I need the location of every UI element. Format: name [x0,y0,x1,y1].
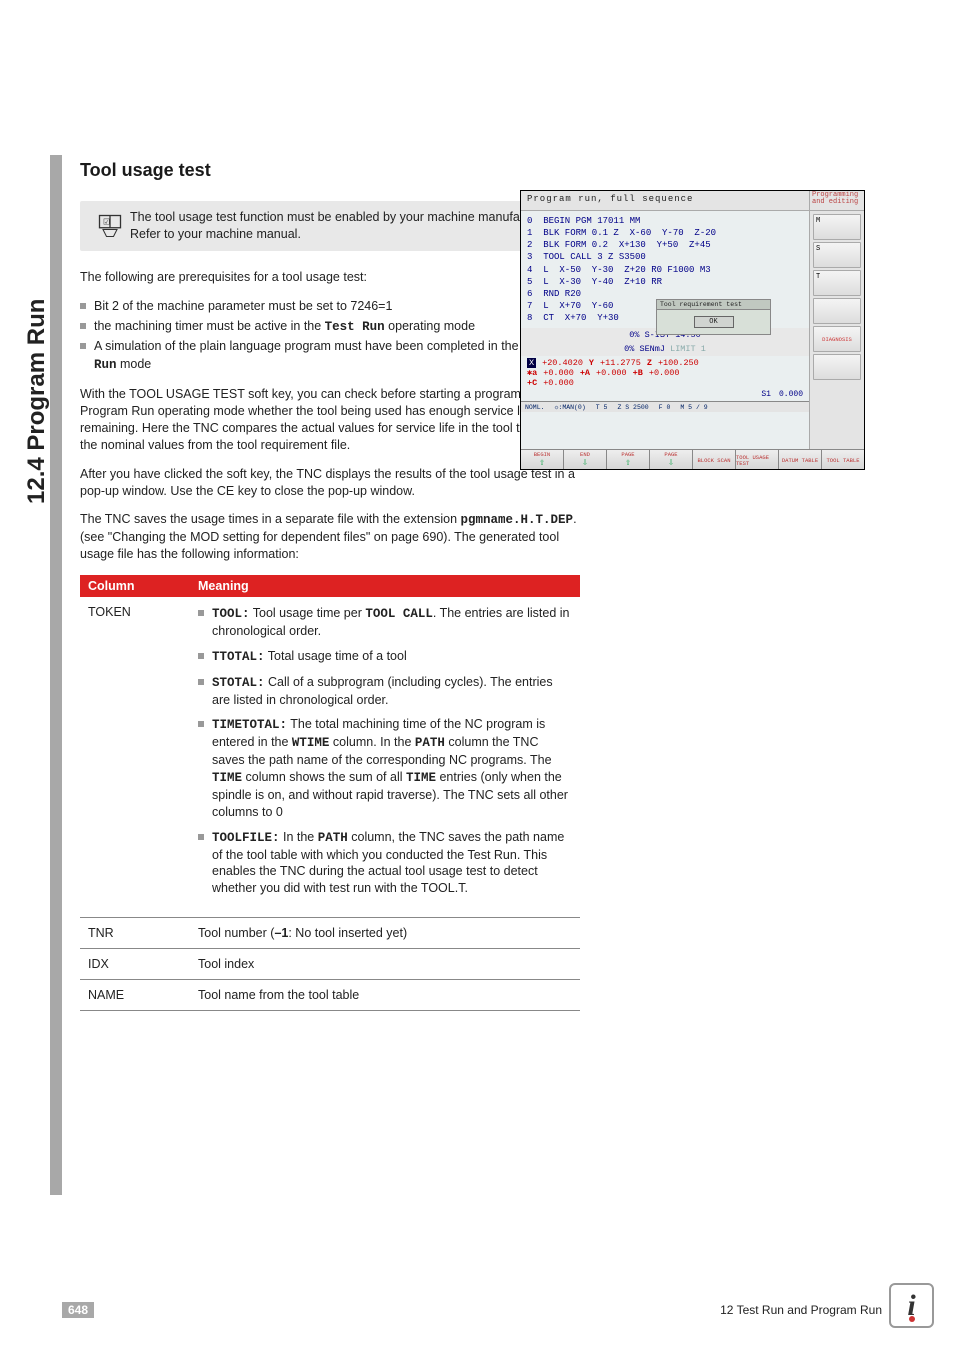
cell-tnr-meaning: Tool number (–1: No tool inserted yet) [190,918,580,949]
right-btn-blank[interactable] [813,298,861,324]
right-button-bar: M S T DIAGNOSIS [809,211,864,449]
section-heading: Tool usage test [80,160,580,181]
spindle-row: S10.000 [521,390,809,401]
paragraph: With the TOOL USAGE TEST soft key, you c… [80,386,580,454]
status-line-2: 0% SENmJ LIMIT 1 [521,342,809,356]
shot-title: Program run, full sequence [521,191,809,210]
softkey-tool-table[interactable]: TOOL TABLE [822,450,864,470]
softkey-block-scan[interactable]: BLOCK SCAN [693,450,736,470]
side-accent-bar [50,155,62,1195]
list-item: A simulation of the plain language progr… [80,338,580,374]
right-btn-m[interactable]: M [813,214,861,240]
cell-idx-meaning: Tool index [190,949,580,980]
shot-side-head: Programming and editing [809,191,864,210]
dialog-tool-test: Tool requirement test OK [656,299,771,335]
coordinate-panel: X+20.4020 Y+11.2775 Z+100.250 ✱a+0.000+A… [521,356,809,390]
note-text: The tool usage test function must be ena… [130,209,570,243]
side-title: 12.4 Program Run [23,264,51,504]
softkey-end[interactable]: END⇩ [564,450,607,470]
col-header-meaning: Meaning [190,575,580,597]
softkey-page-down[interactable]: PAGE⇩ [650,450,693,470]
info-table: Column Meaning TOKEN TOOL: Tool usage ti… [80,575,580,1011]
cell-tnr-name: TNR [80,918,190,949]
info-icon: i [889,1283,934,1328]
right-btn-t[interactable]: T [813,270,861,296]
list-item: the machining timer must be active in th… [80,318,580,336]
paragraph: After you have clicked the soft key, the… [80,466,580,500]
softkey-tool-usage-test[interactable]: TOOL USAGE TEST [736,450,779,470]
intro-text: The following are prerequisites for a to… [80,269,580,286]
cnc-screenshot: Program run, full sequence Programming a… [520,190,865,470]
table-row: TOKEN TOOL: Tool usage time per TOOL CAL… [80,597,580,918]
right-btn-blank2[interactable] [813,354,861,380]
table-row: TNR Tool number (–1: No tool inserted ye… [80,918,580,949]
dialog-title: Tool requirement test [657,300,770,310]
softkey-bar: BEGIN⇧ END⇩ PAGE⇧ PAGE⇩ BLOCK SCAN TOOL … [521,449,864,470]
cell-name-name: NAME [80,980,190,1011]
list-item: Bit 2 of the machine parameter must be s… [80,298,580,315]
page-footer: 648 12 Test Run and Program Run [62,1302,882,1318]
side-title-container: 12.4 Program Run [12,150,52,650]
table-row: NAME Tool name from the tool table [80,980,580,1011]
manual-icon: ☑ [90,212,130,240]
right-btn-diagnosis[interactable]: DIAGNOSIS [813,326,861,352]
note-box: ☑ The tool usage test function must be e… [80,201,580,251]
main-content: Tool usage test ☑ The tool usage test fu… [80,160,580,1011]
prereq-list: Bit 2 of the machine parameter must be s… [80,298,580,375]
cell-token-meaning: TOOL: Tool usage time per TOOL CALL. The… [190,597,580,918]
dialog-ok-button[interactable]: OK [694,316,734,328]
cell-token-name: TOKEN [80,597,190,918]
col-header-column: Column [80,575,190,597]
chapter-label: 12 Test Run and Program Run [720,1303,882,1317]
table-row: IDX Tool index [80,949,580,980]
softkey-page-up[interactable]: PAGE⇧ [607,450,650,470]
page-number: 648 [62,1302,94,1318]
cell-name-meaning: Tool name from the tool table [190,980,580,1011]
bottom-strip: NOML.☼:MAN(0)T 5Z S 2500F 0M 5 / 9 [521,401,809,412]
softkey-datum-table[interactable]: DATUM TABLE [779,450,822,470]
paragraph: The TNC saves the usage times in a separ… [80,511,580,563]
svg-text:☑: ☑ [103,217,110,226]
right-btn-s[interactable]: S [813,242,861,268]
softkey-begin[interactable]: BEGIN⇧ [521,450,564,470]
cell-idx-name: IDX [80,949,190,980]
